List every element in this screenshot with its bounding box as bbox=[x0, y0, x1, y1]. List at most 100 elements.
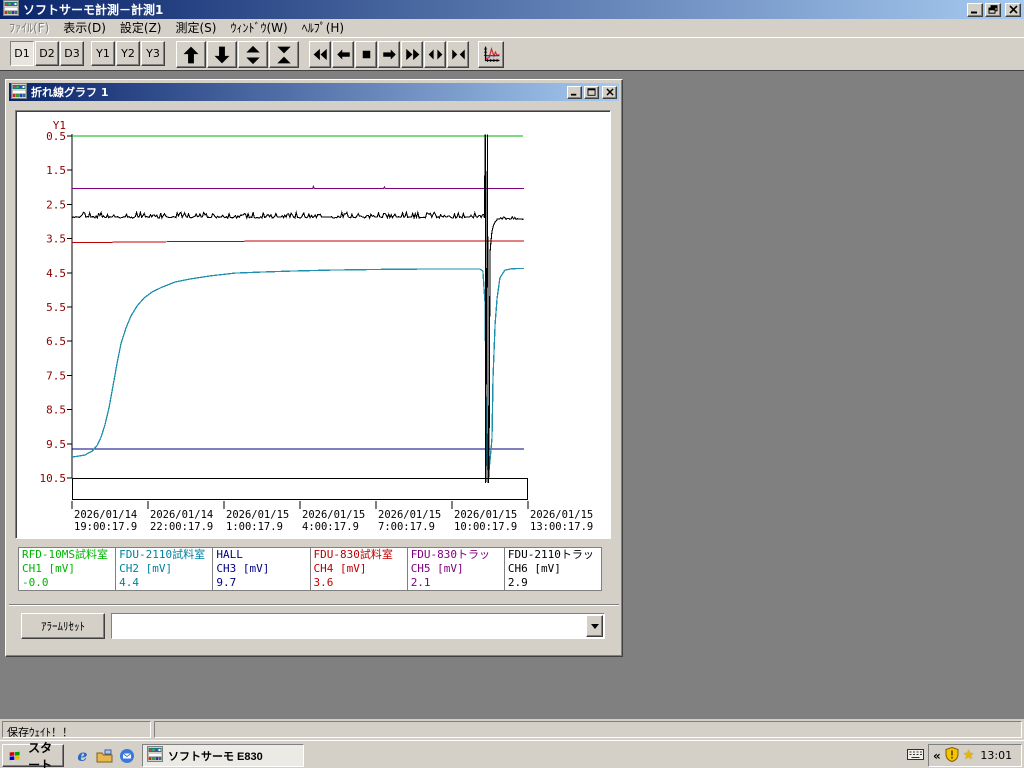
svg-text:1.5: 1.5 bbox=[46, 164, 66, 177]
ime-keyboard-icon[interactable] bbox=[907, 748, 924, 764]
toolbar-group-2 bbox=[176, 41, 300, 68]
svg-text:2026/01/15: 2026/01/15 bbox=[378, 509, 441, 521]
d3-button[interactable]: D3 bbox=[60, 41, 84, 66]
security-shield-icon[interactable] bbox=[945, 747, 959, 765]
chevron-down-icon bbox=[591, 624, 599, 633]
svg-text:0.5: 0.5 bbox=[46, 130, 66, 143]
combobox-dropdown-button[interactable] bbox=[586, 615, 603, 637]
menu-item-2[interactable]: 設定(Z) bbox=[113, 18, 169, 37]
status-message: 保存ｳｪｲﾄ！！ bbox=[2, 721, 151, 738]
start-label: スタート bbox=[23, 739, 57, 768]
app-icon bbox=[3, 0, 19, 19]
legend-cell-ch5: FDU-830トラッCH5 [mV]2.1 bbox=[408, 548, 505, 590]
legend-ch-ch5: CH5 [mV] bbox=[411, 562, 501, 576]
svg-text:2.5: 2.5 bbox=[46, 198, 66, 211]
y3-button[interactable]: Y3 bbox=[141, 41, 165, 66]
svg-text:8.5: 8.5 bbox=[46, 404, 66, 417]
toolbar-group-1: Y1Y2Y3 bbox=[91, 41, 166, 66]
separator bbox=[9, 604, 619, 606]
alarm-reset-button[interactable]: ｱﾗｰﾑﾘｾｯﾄ bbox=[21, 613, 105, 639]
step-back-button[interactable] bbox=[332, 41, 354, 68]
svg-text:5.5: 5.5 bbox=[46, 301, 66, 314]
d2-button[interactable]: D2 bbox=[35, 41, 59, 66]
svg-text:3.5: 3.5 bbox=[46, 233, 66, 246]
svg-text:19:00:17.9: 19:00:17.9 bbox=[74, 521, 137, 533]
menu-item-0: ﾌｧｲﾙ(F) bbox=[2, 18, 56, 37]
scroll-down-button[interactable] bbox=[207, 41, 237, 68]
stop-button[interactable] bbox=[355, 41, 377, 68]
tray-chevron-icon[interactable]: « bbox=[933, 749, 941, 763]
toolbar-group-4 bbox=[478, 41, 505, 68]
taskbar-task-button[interactable]: ソフトサーモ E830 bbox=[142, 744, 304, 767]
legend-value-ch2: 4.4 bbox=[119, 576, 209, 590]
legend-cell-ch2: FDU-2110試料室CH2 [mV]4.4 bbox=[116, 548, 213, 590]
svg-text:1:00:17.9: 1:00:17.9 bbox=[226, 521, 283, 533]
tray-clock: 13:01 bbox=[980, 749, 1012, 762]
alarm-combobox[interactable] bbox=[111, 613, 605, 639]
y2-button[interactable]: Y2 bbox=[116, 41, 140, 66]
svg-text:2026/01/15: 2026/01/15 bbox=[454, 509, 517, 521]
svg-text:2026/01/14: 2026/01/14 bbox=[150, 509, 213, 521]
legend-value-ch1: -0.0 bbox=[22, 576, 112, 590]
child-minimize-button[interactable] bbox=[567, 86, 582, 99]
toolbar: D1D2D3 Y1Y2Y3 bbox=[0, 37, 1024, 70]
menu-item-5[interactable]: ﾍﾙﾌﾟ(H) bbox=[295, 18, 351, 37]
expand-horizontal-button[interactable] bbox=[424, 41, 446, 68]
menu-item-3[interactable]: 測定(S) bbox=[168, 18, 223, 37]
taskbar: スタート e ソフトサーモ E830 « ★ 13:01 bbox=[0, 740, 1024, 768]
legend-cell-ch4: FDU-830試料室CH4 [mV]3.6 bbox=[311, 548, 408, 590]
minimize-button[interactable] bbox=[967, 3, 983, 17]
fast-back-button[interactable] bbox=[309, 41, 331, 68]
legend-name-ch3: HALL bbox=[216, 548, 306, 562]
compress-vertical-button[interactable] bbox=[269, 41, 299, 68]
legend-ch-ch3: CH3 [mV] bbox=[216, 562, 306, 576]
svg-text:2026/01/15: 2026/01/15 bbox=[226, 509, 289, 521]
legend-cell-ch3: HALLCH3 [mV]9.7 bbox=[213, 548, 310, 590]
main-titlebar: ソフトサーモ計測－計測1 bbox=[0, 0, 1024, 19]
quicklaunch-outlook-icon[interactable] bbox=[116, 745, 137, 766]
menu-item-4[interactable]: ｳｨﾝﾄﾞｳ(W) bbox=[223, 18, 294, 37]
quicklaunch-ie-icon[interactable]: e bbox=[72, 745, 93, 766]
svg-text:2026/01/14: 2026/01/14 bbox=[74, 509, 137, 521]
close-button[interactable] bbox=[1005, 3, 1021, 17]
legend-cell-ch6: FDU-2110トラッCH6 [mV]2.9 bbox=[505, 548, 601, 590]
svg-text:10:00:17.9: 10:00:17.9 bbox=[454, 521, 517, 533]
menu-item-1[interactable]: 表示(D) bbox=[56, 18, 113, 37]
child-titlebar: 折れ線グラフ 1 bbox=[9, 83, 619, 101]
toolbar-group-3 bbox=[309, 41, 470, 68]
statusbar: 保存ｳｪｲﾄ！！ bbox=[0, 719, 1024, 740]
graph-child-window: 折れ線グラフ 1 Y10.51.52.53.54.55.56.57.58.59.… bbox=[5, 79, 623, 657]
d1-button[interactable]: D1 bbox=[10, 41, 34, 66]
svg-text:2026/01/15: 2026/01/15 bbox=[302, 509, 365, 521]
graph-settings-button[interactable] bbox=[478, 41, 504, 68]
legend-name-ch5: FDU-830トラッ bbox=[411, 548, 501, 562]
task-label: ソフトサーモ E830 bbox=[168, 748, 263, 764]
channel-legend: RFD-10MS試料室CH1 [mV]-0.0FDU-2110試料室CH2 [m… bbox=[18, 547, 602, 591]
child-maximize-button[interactable] bbox=[584, 86, 599, 99]
expand-vertical-button[interactable] bbox=[238, 41, 268, 68]
quicklaunch-show-desktop-icon[interactable] bbox=[94, 745, 115, 766]
legend-value-ch5: 2.1 bbox=[411, 576, 501, 590]
legend-ch-ch4: CH4 [mV] bbox=[314, 562, 404, 576]
child-app-icon bbox=[11, 83, 27, 102]
desktop-screen: ソフトサーモ計測－計測1 ﾌｧｲﾙ(F)表示(D)設定(Z)測定(S)ｳｨﾝﾄﾞ… bbox=[0, 0, 1024, 768]
compress-horizontal-button[interactable] bbox=[447, 41, 469, 68]
task-icon bbox=[147, 746, 163, 765]
fast-forward-button[interactable] bbox=[401, 41, 423, 68]
alarm-combobox-value[interactable] bbox=[112, 614, 585, 638]
scroll-up-button[interactable] bbox=[176, 41, 206, 68]
y1-button[interactable]: Y1 bbox=[91, 41, 115, 66]
legend-ch-ch2: CH2 [mV] bbox=[119, 562, 209, 576]
menubar: ﾌｧｲﾙ(F)表示(D)設定(Z)測定(S)ｳｨﾝﾄﾞｳ(W)ﾍﾙﾌﾟ(H) bbox=[0, 19, 1024, 37]
child-close-button[interactable] bbox=[602, 86, 617, 99]
svg-text:4.5: 4.5 bbox=[46, 267, 66, 280]
restore-button[interactable] bbox=[985, 3, 1001, 17]
svg-text:10.5: 10.5 bbox=[40, 472, 67, 485]
legend-ch-ch1: CH1 [mV] bbox=[22, 562, 112, 576]
start-button[interactable]: スタート bbox=[2, 744, 64, 767]
step-forward-button[interactable] bbox=[378, 41, 400, 68]
window-title: ソフトサーモ計測－計測1 bbox=[23, 1, 965, 18]
svg-text:6.5: 6.5 bbox=[46, 335, 66, 348]
star-icon[interactable]: ★ bbox=[963, 749, 975, 762]
legend-name-ch2: FDU-2110試料室 bbox=[119, 548, 209, 562]
